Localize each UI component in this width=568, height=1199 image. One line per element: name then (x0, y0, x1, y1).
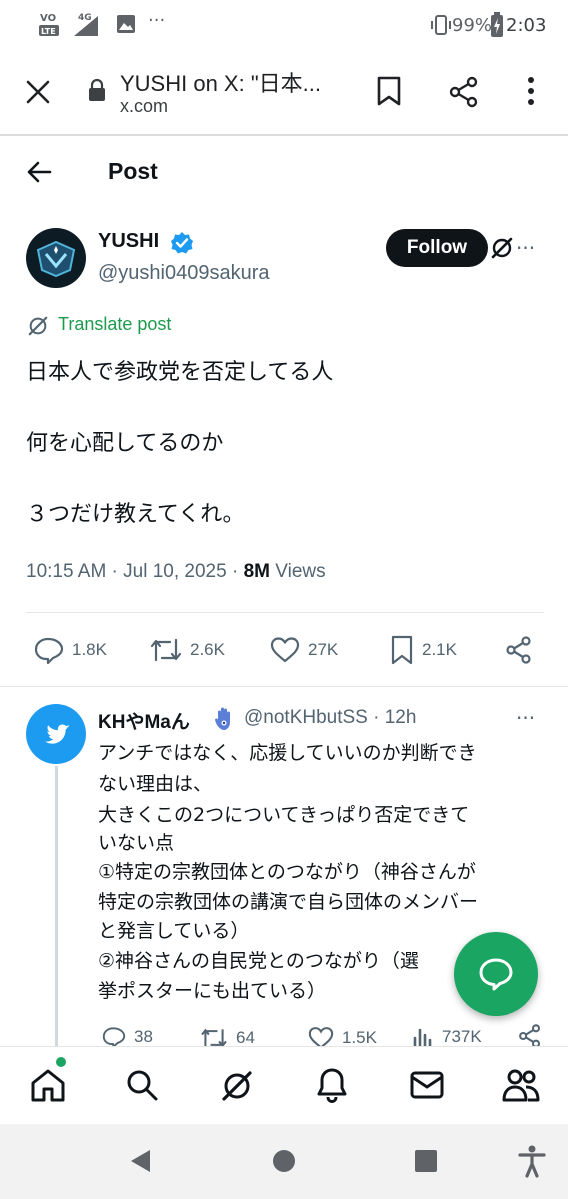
svg-text:LTE: LTE (41, 27, 56, 36)
author-name[interactable]: YUSHI (98, 230, 159, 253)
vibrate-icon (430, 14, 452, 36)
reply-text-line: いない点 (98, 832, 175, 854)
divider (26, 612, 544, 613)
tweet-text-line: 何を心配してるのか (26, 431, 224, 456)
views-label: Views (275, 561, 326, 582)
reply-avatar[interactable] (26, 704, 86, 764)
reply-reply-button[interactable]: 38 (102, 1026, 153, 1048)
post-header: Post (0, 136, 568, 208)
hamsa-icon (212, 706, 236, 732)
compose-reply-button[interactable] (454, 932, 538, 1016)
messages-mail-icon[interactable] (410, 1071, 444, 1099)
status-bar: VO LTE 4G ··· 99% 2:03 (0, 0, 568, 52)
clock: 2:03 (506, 15, 547, 36)
battery-percent: 99% (452, 15, 493, 36)
svg-text:4G: 4G (78, 13, 92, 23)
page-title: Post (108, 158, 158, 184)
tweet-text-line: ３つだけ教えてくれ。 (26, 502, 245, 527)
close-icon[interactable] (24, 78, 52, 106)
reply-icon (34, 637, 64, 664)
arrow-left-icon[interactable] (26, 160, 52, 184)
reply-author-handle[interactable]: @notKHbutSS · 12h (244, 707, 416, 729)
notifications-bell-icon[interactable] (316, 1067, 348, 1103)
reply-share-icon[interactable] (518, 1024, 542, 1048)
views-count: 8M (243, 561, 270, 582)
bookmark-post-button[interactable]: 2.1K (390, 633, 457, 667)
svg-text:VO: VO (40, 13, 56, 24)
author-handle[interactable]: @yushi0409sakura (98, 262, 270, 285)
accessibility-icon[interactable] (518, 1144, 546, 1178)
grok-nav-icon[interactable] (220, 1069, 254, 1103)
like-button[interactable]: 27K (270, 633, 338, 667)
follow-button[interactable]: Follow (386, 229, 488, 267)
back-triangle-icon[interactable] (128, 1148, 152, 1174)
browser-toolbar: YUSHI on X: "日本... x.com (0, 52, 568, 136)
tab-domain[interactable]: x.com (120, 96, 168, 117)
lock-icon[interactable] (88, 78, 106, 102)
signal-icon: 4G (66, 10, 100, 38)
home-circle-icon[interactable] (272, 1149, 296, 1173)
reply-views-count: 737K (442, 1027, 482, 1046)
grok-translate-icon (27, 315, 49, 337)
tweet-text-line: 日本人で参政党を否定してる人 (26, 360, 334, 385)
reply-text-line: 特定の宗教団体の講演で自ら団体のメンバー (98, 891, 479, 913)
more-options-icon[interactable]: ··· (516, 236, 535, 260)
reply-reply-count: 38 (134, 1027, 153, 1046)
bookmark-icon[interactable] (376, 76, 402, 106)
thread-line (55, 766, 58, 1051)
recents-square-icon[interactable] (414, 1149, 438, 1173)
views-chart-icon (413, 1028, 432, 1048)
bottom-navigation (0, 1046, 568, 1125)
translate-post-link[interactable]: Translate post (58, 314, 171, 335)
reply-views-button[interactable]: 737K (412, 1026, 482, 1048)
like-count: 27K (308, 640, 339, 659)
battery-icon (490, 12, 504, 38)
system-navigation-bar (0, 1124, 568, 1199)
reply-more-icon[interactable]: ··· (516, 706, 535, 730)
bookmark-outline-icon (391, 635, 413, 665)
share-post-icon (506, 636, 531, 664)
search-icon[interactable] (126, 1069, 158, 1101)
reply-count: 1.8K (72, 640, 107, 659)
verified-badge-icon (170, 231, 194, 255)
gallery-icon (116, 14, 136, 34)
status-more: ··· (148, 10, 166, 31)
tab-title[interactable]: YUSHI on X: "日本... (120, 66, 321, 98)
reply-author-name[interactable]: KHやMaん (98, 707, 190, 734)
divider (0, 686, 568, 687)
repost-icon (150, 638, 182, 662)
reply-button[interactable]: 1.8K (34, 633, 107, 667)
heart-icon (270, 637, 300, 663)
repost-count: 2.6K (190, 640, 225, 659)
reply-repost-count: 64 (236, 1028, 255, 1047)
reply-icon (102, 1027, 126, 1048)
chat-bubble-icon (479, 958, 513, 991)
reply-like-count: 1.5K (342, 1028, 377, 1047)
communities-icon[interactable] (502, 1067, 540, 1103)
post-meta[interactable]: 10:15 AM · Jul 10, 2025 · 8M Views (26, 561, 326, 583)
bookmark-count: 2.1K (422, 640, 457, 659)
repost-button[interactable]: 2.6K (150, 633, 225, 667)
home-icon[interactable] (30, 1067, 66, 1103)
reply-text-line: ①特定の宗教団体とのつながり（神谷さんが (98, 861, 476, 883)
home-notification-dot (56, 1057, 66, 1067)
author-avatar[interactable] (26, 228, 86, 288)
share-icon[interactable] (448, 76, 480, 108)
post-timestamp: 10:15 AM · Jul 10, 2025 · (26, 561, 244, 582)
reply-text-line: ない理由は、 (98, 773, 213, 795)
volte-icon: VO LTE (38, 10, 62, 38)
share-post-button[interactable] (505, 633, 533, 667)
more-vert-icon[interactable] (526, 76, 536, 106)
reply-text-line: アンチではなく、応援していいのか判断でき (98, 742, 477, 764)
grok-icon[interactable] (490, 236, 514, 260)
